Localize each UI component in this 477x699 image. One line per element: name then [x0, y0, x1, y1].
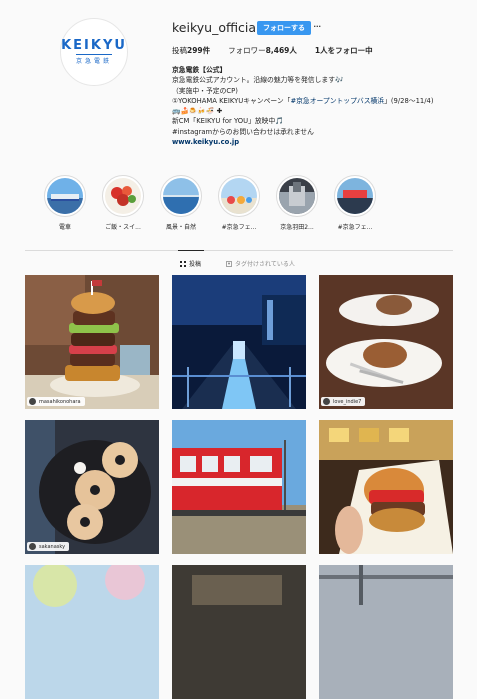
red-train-photo [172, 420, 306, 554]
highlight-item[interactable]: 電車 [44, 175, 86, 231]
bio-line: 新CM「KEIKYU for YOU」放映中🎵 [172, 117, 284, 126]
highlight-thumbnail [337, 178, 373, 214]
user-avatar-icon [29, 398, 36, 405]
profile-username: keikyu_official [172, 20, 260, 35]
user-avatar-icon [29, 543, 36, 550]
tagged-user-chip[interactable]: masahikonohara [27, 397, 85, 406]
avatar-logo-text: KEIKYU [61, 38, 127, 53]
dark-photo [172, 565, 306, 699]
post-thumbnail[interactable]: sakanasky [25, 420, 159, 554]
highlight-thumbnail [105, 178, 141, 214]
bio-website-link[interactable]: www.keikyu.co.jp [172, 137, 472, 147]
bio-line: （実施中・予定のCP) [172, 86, 238, 95]
dessert-photo [319, 275, 453, 409]
highlight-label: 電車 [58, 224, 71, 231]
highlight-item[interactable]: 京急羽田2... [276, 175, 318, 231]
bio-emoji-line: 🚌🍰🍮🍻🍜 ✚ [172, 107, 223, 116]
profile-stats: 投稿299件 フォロワー8,469人 1人をフォロー中 [172, 45, 373, 56]
tab-posts[interactable]: 投稿 [180, 259, 201, 268]
highlight-label: 風景・自然 [165, 224, 196, 231]
highlight-thumbnail [221, 178, 257, 214]
highlight-label: 京急羽田2... [280, 224, 314, 231]
station-photo [319, 565, 453, 699]
highlight-thumbnail [163, 178, 199, 214]
highlight-label: #京急フェ... [337, 224, 373, 231]
highlight-thumbnail [279, 178, 315, 214]
post-thumbnail[interactable] [172, 275, 306, 409]
post-thumbnail[interactable] [25, 565, 159, 699]
post-thumbnail[interactable]: love_indie7 [319, 275, 453, 409]
post-thumbnail[interactable]: masahikonohara [25, 275, 159, 409]
user-avatar-icon [323, 398, 330, 405]
burger-hand-photo [319, 420, 453, 554]
highlight-item[interactable]: #京急フェ... [218, 175, 260, 231]
highlight-item[interactable]: 風景・自然 [160, 175, 202, 231]
grid-icon [180, 260, 186, 267]
bio-line: 京急電鉄公式アカウント。沿線の魅力等を発信します🎶 [172, 76, 344, 85]
post-thumbnail[interactable] [172, 420, 306, 554]
followers-count[interactable]: フォロワー8,469人 [228, 45, 297, 56]
active-tab-indicator [178, 250, 204, 251]
tabs-divider [25, 250, 453, 251]
highlight-item[interactable]: ご飯・スイ... [102, 175, 144, 231]
story-highlights: 電車 ご飯・スイ... 風景・自然 #京急フェ... 京急羽田2... #京急フ… [44, 175, 435, 235]
tab-tagged[interactable]: タグ付けされている人 [226, 259, 295, 268]
bio-hashtag-link[interactable]: #京急オープントップバス横浜 [290, 97, 384, 105]
post-thumbnail[interactable] [319, 420, 453, 554]
highlight-label: ご飯・スイ... [105, 224, 141, 231]
bio-line: ①YOKOHAMA KEIKYUキャンペーン「#京急オープントップバス横浜」(9… [172, 96, 434, 105]
burger-photo [25, 275, 159, 409]
following-count[interactable]: 1人をフォロー中 [315, 45, 373, 56]
posts-count: 投稿299件 [172, 46, 211, 55]
avatar-logo-subtext: 京急電鉄 [75, 54, 112, 65]
highlight-item[interactable]: #京急フェ... [334, 175, 376, 231]
highlight-thumbnail [47, 178, 83, 214]
more-options-icon[interactable]: ··· [313, 20, 321, 33]
tab-label: タグ付けされている人 [235, 261, 295, 268]
donuts-photo [25, 420, 159, 554]
spring-photo [25, 565, 159, 699]
bio-name: 京急電鉄【公式】 [172, 66, 227, 74]
bio-line: #instagramからのお問い合わせは承れません [172, 127, 314, 136]
follow-button[interactable]: フォローする [257, 21, 311, 35]
highlight-label: #京急フェ... [221, 224, 257, 231]
tab-label: 投稿 [189, 261, 202, 268]
tag-icon [226, 260, 232, 267]
profile-avatar[interactable]: KEIKYU 京急電鉄 [60, 18, 128, 86]
post-thumbnail[interactable] [319, 565, 453, 699]
tagged-user-chip[interactable]: sakanasky [27, 542, 70, 551]
tagged-user-chip[interactable]: love_indie7 [321, 397, 366, 406]
post-thumbnail[interactable] [172, 565, 306, 699]
night-train-photo [172, 275, 306, 409]
profile-bio: 京急電鉄【公式】 京急電鉄公式アカウント。沿線の魅力等を発信します🎶 （実施中・… [172, 65, 472, 147]
